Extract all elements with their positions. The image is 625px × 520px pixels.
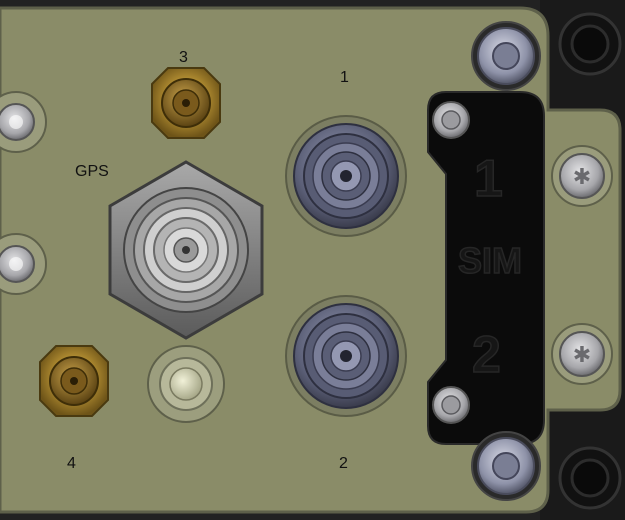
label-port-gps: GPS xyxy=(75,163,109,180)
sim-cover-screw-top xyxy=(432,101,470,139)
svg-text:✱: ✱ xyxy=(573,165,591,190)
cellular-connector-1 xyxy=(285,115,407,237)
torx-screw-upper: ✱ xyxy=(551,145,613,207)
label-port-2: 2 xyxy=(339,455,348,472)
sim-slot-1-label: 1 xyxy=(474,150,503,208)
connector-panel-diagram: 3 4 GPS 1 2 1 SIM 2 ✱ ✱ xyxy=(0,0,625,520)
sma-connector-3 xyxy=(151,67,221,139)
cellular-connector-2 xyxy=(285,295,407,417)
sim-slot-2-label: 2 xyxy=(472,326,501,384)
sim-label: SIM xyxy=(458,240,522,281)
torx-screw-lower: ✱ xyxy=(551,323,613,385)
label-port-3: 3 xyxy=(179,49,188,66)
label-port-4: 4 xyxy=(67,455,76,472)
panel-screw-bottom xyxy=(471,431,541,501)
sim-cover-screw-bottom xyxy=(432,386,470,424)
panel-screw-top xyxy=(471,21,541,91)
sma-connector-4 xyxy=(39,345,109,417)
blank-plug xyxy=(147,345,225,423)
svg-text:✱: ✱ xyxy=(573,343,591,368)
label-port-1: 1 xyxy=(340,69,349,86)
